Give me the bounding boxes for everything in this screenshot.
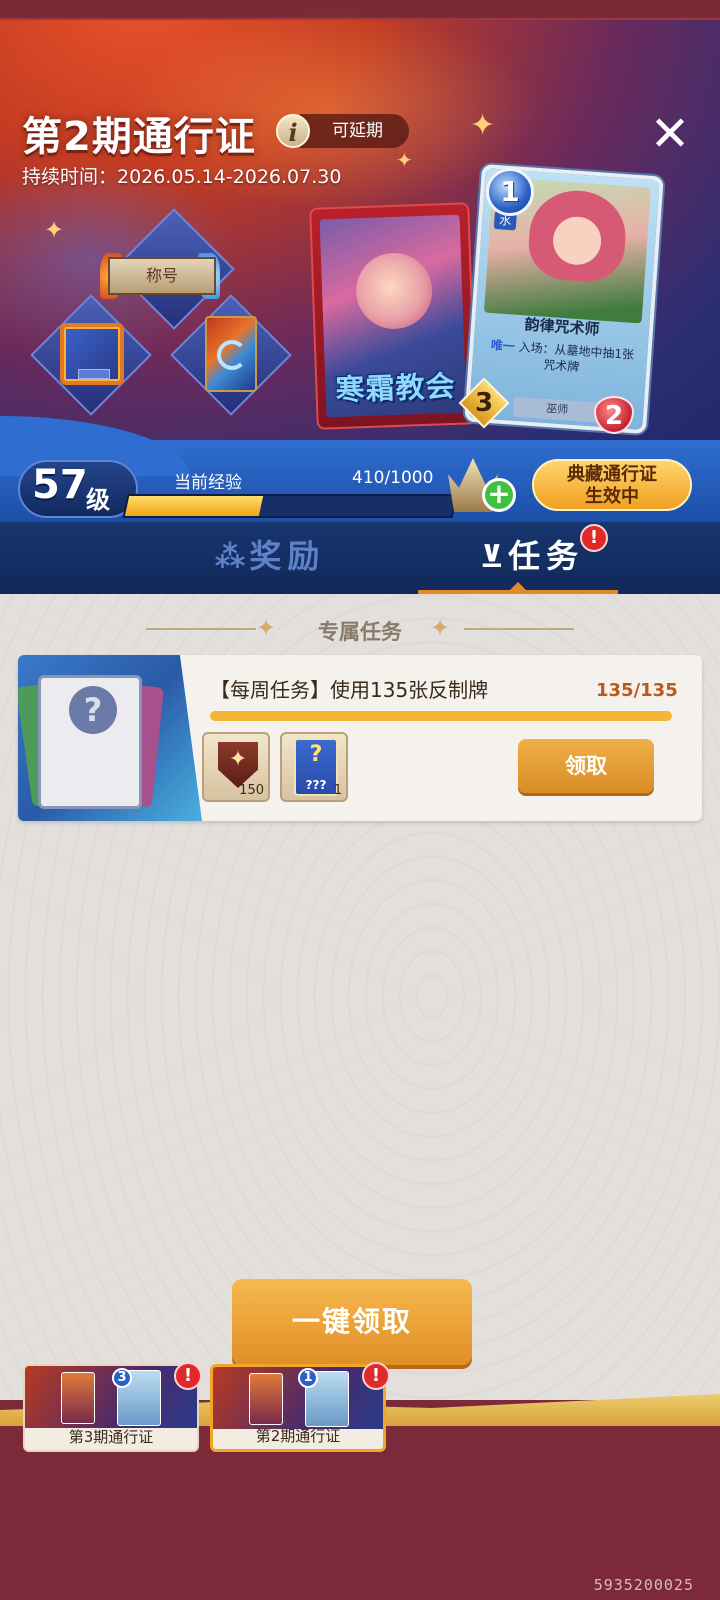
pass-tab-label: 第2期通行证 — [255, 1427, 341, 1445]
rewards-tab-icon: ⁂ — [214, 540, 246, 575]
card-pack[interactable]: 寒霜教会 — [309, 202, 477, 430]
card-attack: 3 — [474, 388, 494, 418]
emblem-icon: ✦ — [218, 742, 258, 788]
task-progress-fill — [210, 711, 672, 721]
card-race: 巫师 — [512, 396, 602, 423]
sparkle-icon: ✦ — [470, 108, 496, 143]
duration-text: 持续时间：2026.05.14-2026.07.30 — [22, 166, 342, 188]
question-icon: ? — [69, 686, 117, 734]
buy-level-plus-icon[interactable]: + — [482, 478, 516, 512]
card-back-icon — [205, 316, 257, 392]
pass-thumbnail — [25, 1366, 197, 1428]
pass-2-alert-icon: ! — [362, 1362, 390, 1390]
claim-all-button[interactable]: 一键领取 — [232, 1279, 472, 1365]
mystery-card-icon: ? ??? — [294, 738, 338, 796]
card-description: 唯一 入场：从墓地中抽1张咒术牌 — [486, 337, 638, 379]
claim-button[interactable]: 领取 — [518, 739, 654, 793]
mystery-card-label: ??? — [305, 778, 327, 792]
extendable-label: 可延期 — [332, 121, 383, 141]
thumb-card — [61, 1372, 95, 1424]
pass-tab-label: 第3期通行证 — [68, 1428, 154, 1446]
tab-tasks-label: 任务 — [508, 537, 585, 575]
title-reward-label: 称号 — [108, 257, 216, 295]
task-progress-bar — [210, 711, 672, 721]
level-unit: 级 — [86, 486, 110, 514]
card-effect: 入场：从墓地中抽1张咒术牌 — [518, 339, 635, 375]
pass-2-cost-badge: 1 — [298, 1368, 318, 1388]
close-icon[interactable]: ✕ — [646, 110, 694, 158]
pass-tab-season-3[interactable]: 第3期通行证 — [23, 1364, 199, 1452]
exp-label: 当前经验 — [174, 473, 242, 493]
pass-3-alert-icon: ! — [174, 1362, 202, 1390]
thumb-card — [249, 1373, 283, 1425]
page-title: 第2期通行证 — [22, 114, 256, 160]
sparkle-icon: ✦ — [396, 148, 413, 172]
card-pack-name: 寒霜教会 — [334, 368, 457, 408]
info-icon[interactable]: i — [276, 114, 310, 148]
exp-progress-bar — [122, 494, 458, 518]
extendable-badge: 可延期 — [300, 114, 409, 148]
section-title: 专属任务 — [318, 620, 402, 644]
reward-item-card[interactable]: ? ??? 1 — [280, 732, 348, 802]
premium-pass-label-2: 生效中 — [585, 486, 639, 507]
sparkle-icon: ✦ — [44, 216, 65, 244]
reward-item-emblem[interactable]: ✦ 150 — [202, 732, 270, 802]
watermark: 5935200025 — [593, 1576, 694, 1594]
tasks-tab-icon: ⊻ — [479, 540, 505, 575]
task-name: 【每周任务】使用135张反制牌 — [210, 678, 489, 702]
tasks-alert-icon: ! — [580, 524, 608, 552]
reward-count: 150 — [239, 783, 264, 798]
card-pack-art: 寒霜教会 — [319, 214, 467, 418]
premium-pass-button[interactable]: 典藏通行证 生效中 — [532, 459, 692, 511]
tab-rewards-label: 奖励 — [249, 537, 326, 575]
active-tab-arrow — [510, 582, 526, 590]
avatar-frame-icon — [60, 323, 124, 385]
card-cost: 1 — [486, 168, 534, 216]
tab-rewards[interactable]: ⁂ 奖励 — [170, 522, 370, 590]
reward-count: 1 — [333, 783, 342, 798]
pass-3-cost-badge: 3 — [112, 1368, 132, 1388]
tab-bar: ⁂ 奖励 ⊻ 任务 — [0, 522, 720, 594]
task-progress-text: 135/135 — [596, 680, 678, 701]
character-portrait — [354, 251, 434, 331]
task-art: ? — [18, 655, 202, 821]
level-number: 57 — [32, 462, 88, 508]
premium-pass-label-1: 典藏通行证 — [567, 464, 657, 485]
mystery-card-icon: ? — [38, 675, 142, 809]
card-keyword: 唯一 — [490, 338, 516, 354]
exp-progress-fill — [124, 496, 263, 516]
exp-value: 410/1000 — [352, 468, 434, 488]
